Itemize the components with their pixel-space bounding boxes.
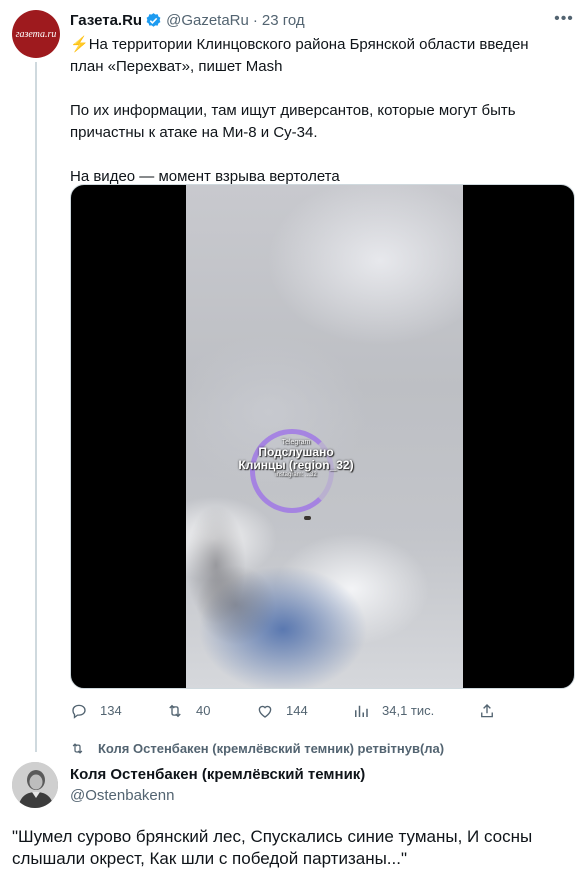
share-button[interactable] [478, 702, 508, 720]
tweet-time[interactable]: 23 год [262, 12, 305, 29]
like-count: 144 [286, 703, 308, 718]
more-icon[interactable]: ••• [551, 10, 577, 30]
views-count: 34,1 тис. [382, 703, 435, 718]
retweet-icon [72, 743, 83, 754]
video-media[interactable]: Telegram Подслушано Клинцы (region_32) i… [70, 184, 575, 689]
retweet-icon [169, 704, 181, 718]
ostenbaken-avatar[interactable] [12, 762, 58, 808]
views-button[interactable]: 34,1 тис. [352, 702, 434, 720]
reply-count: 134 [100, 703, 122, 718]
tweet-header: Газета.Ru @GazetaRu · 23 год [70, 12, 305, 29]
avatar-logo-text: газета.ru [15, 28, 57, 40]
like-icon [258, 705, 272, 718]
author-name[interactable]: Коля Остенбакен (кремлёвский темник) [70, 766, 365, 783]
tweet-paragraph-1: ⚡На территории Клинцовского района Брянс… [70, 36, 529, 75]
gazeta-avatar[interactable]: газета.ru [12, 10, 60, 58]
retweet-count: 40 [196, 703, 211, 718]
views-icon [355, 705, 368, 717]
avatar-photo [12, 762, 58, 808]
tweet-actions: 134 40 144 34,1 тис. [70, 702, 575, 726]
tweet-body: ⚡На территории Клинцовского района Брянс… [70, 34, 560, 188]
video-watermark: Telegram Подслушано Клинцы (region_32) i… [238, 439, 354, 478]
reply-button[interactable]: 134 [70, 702, 122, 720]
author-handle[interactable]: @GazetaRu [166, 12, 249, 29]
smoke-cloud [196, 565, 276, 645]
helicopter-dot [304, 516, 311, 520]
separator-dot: · [252, 12, 258, 29]
verified-badge-icon [146, 13, 161, 27]
tweet-paragraph-2: По их информации, там ищут диверсантов, … [70, 102, 516, 141]
retweet-button[interactable]: 40 [166, 702, 210, 720]
share-icon [481, 704, 493, 718]
author-handle[interactable]: @Ostenbakenn [70, 787, 174, 804]
retweet-notice[interactable]: Коля Остенбакен (кремлёвский темник) рет… [70, 741, 444, 756]
retweet-notice-text: Коля Остенбакен (кремлёвский темник) рет… [98, 741, 445, 756]
reply-icon [72, 704, 86, 719]
author-name[interactable]: Газета.Ru [70, 12, 142, 29]
lightning-icon: ⚡ [70, 36, 89, 53]
tweet-body: "Шумел сурово брянский лес, Спускались с… [12, 827, 533, 868]
video-frame: Telegram Подслушано Клинцы (region_32) i… [186, 185, 463, 688]
thread-line [35, 62, 37, 752]
like-button[interactable]: 144 [256, 702, 308, 720]
